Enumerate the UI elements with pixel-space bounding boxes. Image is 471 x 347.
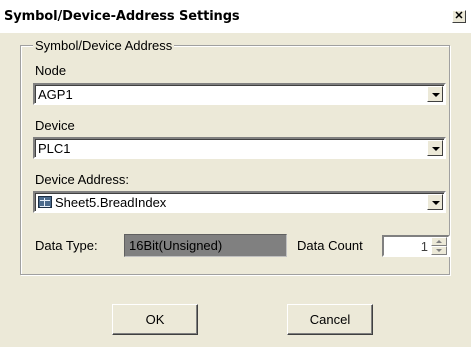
data-count-stepper[interactable]: 1 (382, 235, 450, 257)
close-button[interactable]: ✕ (452, 10, 466, 23)
node-value: AGP1 (38, 87, 73, 102)
data-type-value: 16Bit(Unsigned) (129, 238, 223, 253)
cancel-button-label: Cancel (309, 312, 351, 327)
data-count-label: Data Count (297, 238, 363, 253)
spin-control[interactable] (431, 237, 447, 255)
close-icon: ✕ (454, 10, 464, 22)
cancel-button[interactable]: Cancel (287, 304, 373, 335)
chevron-down-icon[interactable] (427, 140, 443, 156)
title-bar: Symbol/Device-Address Settings ✕ (0, 0, 471, 33)
table-icon (38, 196, 52, 208)
data-count-value: 1 (420, 239, 428, 254)
data-type-field: 16Bit(Unsigned) (124, 234, 287, 257)
device-address-value: Sheet5.BreadIndex (55, 195, 167, 210)
device-combo[interactable]: PLC1 (33, 137, 446, 159)
node-combo[interactable]: AGP1 (33, 83, 446, 105)
chevron-down-icon[interactable] (427, 86, 443, 102)
device-value: PLC1 (38, 141, 71, 156)
ok-button-label: OK (145, 312, 165, 327)
group-title: Symbol/Device Address (33, 38, 175, 53)
spin-down-icon[interactable] (431, 246, 447, 255)
device-label: Device (35, 118, 75, 133)
data-type-label: Data Type: (35, 238, 98, 253)
ok-button[interactable]: OK (112, 304, 198, 335)
device-address-label: Device Address: (35, 172, 129, 187)
spin-up-icon[interactable] (431, 237, 447, 246)
dialog-title: Symbol/Device-Address Settings (4, 9, 240, 24)
settings-dialog: Symbol/Device-Address Settings ✕ Symbol/… (0, 0, 471, 347)
device-address-combo[interactable]: Sheet5.BreadIndex (33, 191, 446, 213)
node-label: Node (35, 63, 67, 78)
chevron-down-icon[interactable] (427, 194, 443, 210)
